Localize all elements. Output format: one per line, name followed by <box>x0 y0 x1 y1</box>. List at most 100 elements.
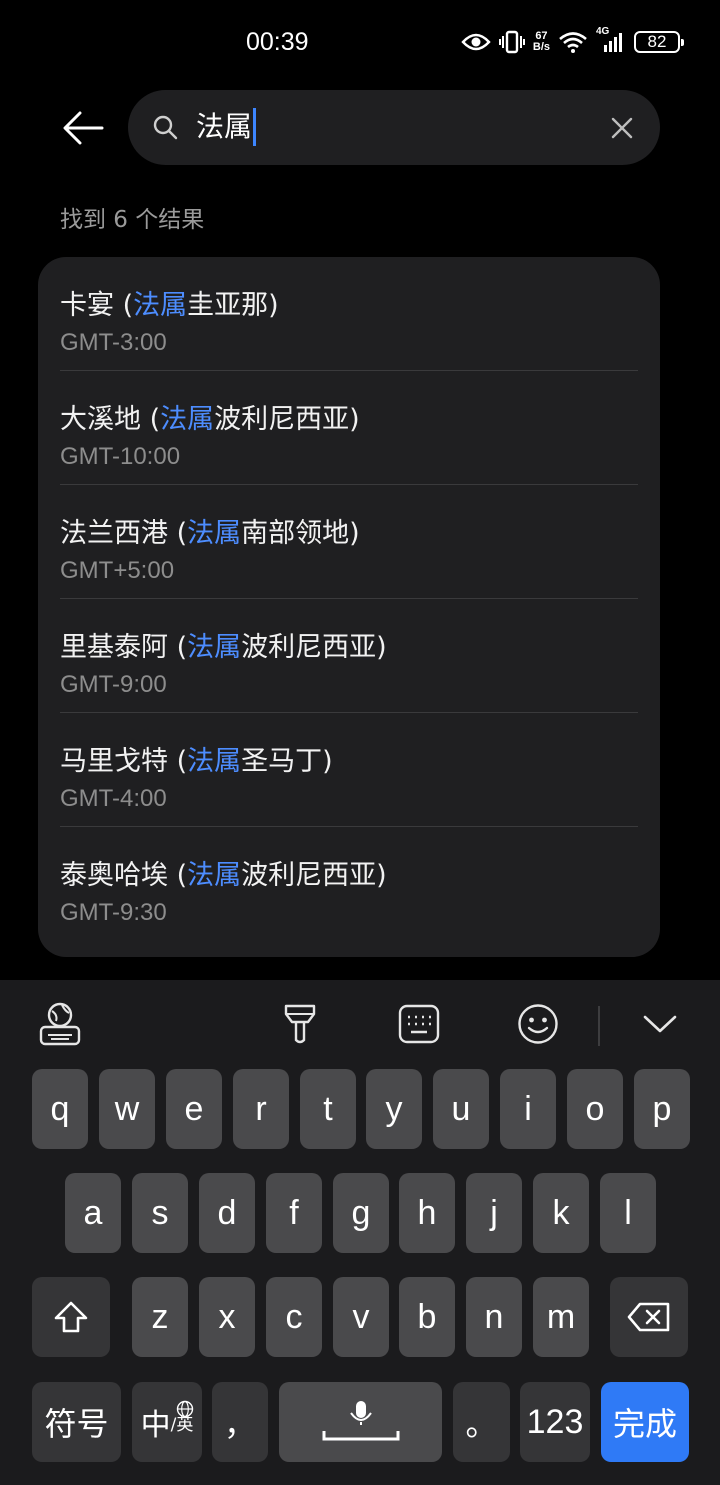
emoji-button[interactable] <box>514 1000 562 1048</box>
result-count: 找到 6 个结果 <box>60 207 205 233</box>
search-query: 法属 <box>196 110 253 143</box>
result-city: 法兰西港 ( <box>60 518 188 549</box>
back-arrow-icon <box>63 111 104 145</box>
keyboard-globe-icon <box>39 1002 81 1046</box>
result-region: 波利尼西亚) <box>241 860 387 891</box>
key-l[interactable]: l <box>600 1173 656 1253</box>
key-j[interactable]: j <box>466 1173 522 1253</box>
brush-icon <box>284 1004 316 1044</box>
result-highlight: 法属 <box>187 860 242 891</box>
collapse-keyboard-button[interactable] <box>636 1000 684 1048</box>
search-box[interactable]: 法属 <box>128 90 660 165</box>
key-t[interactable]: t <box>300 1069 356 1149</box>
key-a[interactable]: a <box>65 1173 121 1253</box>
key-i[interactable]: i <box>500 1069 556 1149</box>
result-title: 法兰西港 (法属南部领地) <box>60 511 360 550</box>
key-q[interactable]: q <box>32 1069 88 1149</box>
key-v[interactable]: v <box>333 1277 389 1357</box>
language-switch-key[interactable]: 中/英 <box>132 1382 202 1462</box>
result-title: 卡宴 (法属圭亚那) <box>60 283 279 322</box>
keyboard-layout-button[interactable] <box>395 1000 443 1048</box>
result-title: 马里戈特 (法属圣马丁) <box>60 739 333 778</box>
result-city: 泰奥哈埃 ( <box>60 860 188 891</box>
list-item[interactable]: 卡宴 (法属圭亚那) GMT-3:00 <box>60 257 638 371</box>
result-city: 大溪地 ( <box>60 404 161 435</box>
result-timezone: GMT-3:00 <box>60 329 167 356</box>
brush-button[interactable] <box>276 1000 324 1048</box>
key-m[interactable]: m <box>533 1277 589 1357</box>
collapse-chevron-icon <box>643 1015 677 1033</box>
soft-keyboard: q w e r t y u i o p a s d f g h j k l z … <box>0 980 720 1485</box>
result-title: 里基泰阿 (法属波利尼西亚) <box>60 625 387 664</box>
result-city: 卡宴 ( <box>60 290 134 321</box>
backspace-key[interactable] <box>610 1277 688 1357</box>
key-k[interactable]: k <box>533 1173 589 1253</box>
key-f[interactable]: f <box>266 1173 322 1253</box>
key-p[interactable]: p <box>634 1069 690 1149</box>
done-key[interactable]: 完成 <box>601 1382 689 1462</box>
keyboard-layout-icon <box>398 1004 440 1044</box>
key-z[interactable]: z <box>132 1277 188 1357</box>
key-e[interactable]: e <box>166 1069 222 1149</box>
shift-icon <box>54 1301 88 1333</box>
status-icons: 67 B/s 4G 82 <box>461 26 684 58</box>
key-s[interactable]: s <box>132 1173 188 1253</box>
clear-search-button[interactable] <box>610 116 634 140</box>
key-d[interactable]: d <box>199 1173 255 1253</box>
network-type: 4G <box>596 26 610 37</box>
results-list: 卡宴 (法属圭亚那) GMT-3:00 大溪地 (法属波利尼西亚) GMT-10… <box>38 257 660 957</box>
search-input[interactable]: 法属 <box>196 108 257 146</box>
result-highlight: 法属 <box>187 518 242 549</box>
key-h[interactable]: h <box>399 1173 455 1253</box>
toolbar-divider <box>598 1006 600 1046</box>
status-time: 00:39 <box>246 28 309 56</box>
result-region: 圣马丁) <box>241 746 333 777</box>
key-r[interactable]: r <box>233 1069 289 1149</box>
net-speed-unit: B/s <box>532 41 550 53</box>
text-caret <box>253 108 257 146</box>
key-c[interactable]: c <box>266 1277 322 1357</box>
key-o[interactable]: o <box>567 1069 623 1149</box>
keyboard-toolbar <box>0 980 720 1068</box>
close-icon <box>611 117 633 139</box>
key-u[interactable]: u <box>433 1069 489 1149</box>
vibrate-icon <box>498 30 525 54</box>
result-timezone: GMT-9:30 <box>60 899 167 926</box>
space-key[interactable] <box>279 1382 442 1462</box>
list-item[interactable]: 法兰西港 (法属南部领地) GMT+5:00 <box>60 485 638 599</box>
result-highlight: 法属 <box>187 632 242 663</box>
key-y[interactable]: y <box>366 1069 422 1149</box>
key-b[interactable]: b <box>399 1277 455 1357</box>
key-x[interactable]: x <box>199 1277 255 1357</box>
key-w[interactable]: w <box>99 1069 155 1149</box>
result-title: 泰奥哈埃 (法属波利尼西亚) <box>60 853 387 892</box>
result-region: 波利尼西亚) <box>214 404 360 435</box>
symbols-key[interactable]: 符号 <box>32 1382 121 1462</box>
list-item[interactable]: 大溪地 (法属波利尼西亚) GMT-10:00 <box>60 371 638 485</box>
list-item[interactable]: 里基泰阿 (法属波利尼西亚) GMT-9:00 <box>60 599 638 713</box>
list-item[interactable]: 马里戈特 (法属圣马丁) GMT-4:00 <box>60 713 638 827</box>
signal-icon: 4G <box>596 26 626 54</box>
result-timezone: GMT-4:00 <box>60 785 167 812</box>
search-icon <box>152 114 180 146</box>
battery-icon: 82 <box>634 31 684 53</box>
backspace-icon <box>627 1302 670 1332</box>
period-key[interactable]: 。 <box>453 1382 510 1462</box>
microphone-icon <box>322 1401 399 1441</box>
back-button[interactable] <box>58 104 108 152</box>
result-city: 马里戈特 ( <box>60 746 188 777</box>
result-highlight: 法属 <box>160 404 215 435</box>
numbers-key[interactable]: 123 <box>520 1382 590 1462</box>
keyboard-globe-button[interactable] <box>36 1000 84 1048</box>
shift-key[interactable] <box>32 1277 110 1357</box>
key-n[interactable]: n <box>466 1277 522 1357</box>
comma-key[interactable]: ， <box>212 1382 268 1462</box>
result-highlight: 法属 <box>133 290 188 321</box>
result-city: 里基泰阿 ( <box>60 632 188 663</box>
result-title: 大溪地 (法属波利尼西亚) <box>60 397 360 436</box>
globe-icon <box>176 1388 194 1426</box>
list-item[interactable]: 泰奥哈埃 (法属波利尼西亚) GMT-9:30 <box>60 827 638 941</box>
key-g[interactable]: g <box>333 1173 389 1253</box>
result-timezone: GMT-10:00 <box>60 443 181 470</box>
result-region: 南部领地) <box>241 518 360 549</box>
